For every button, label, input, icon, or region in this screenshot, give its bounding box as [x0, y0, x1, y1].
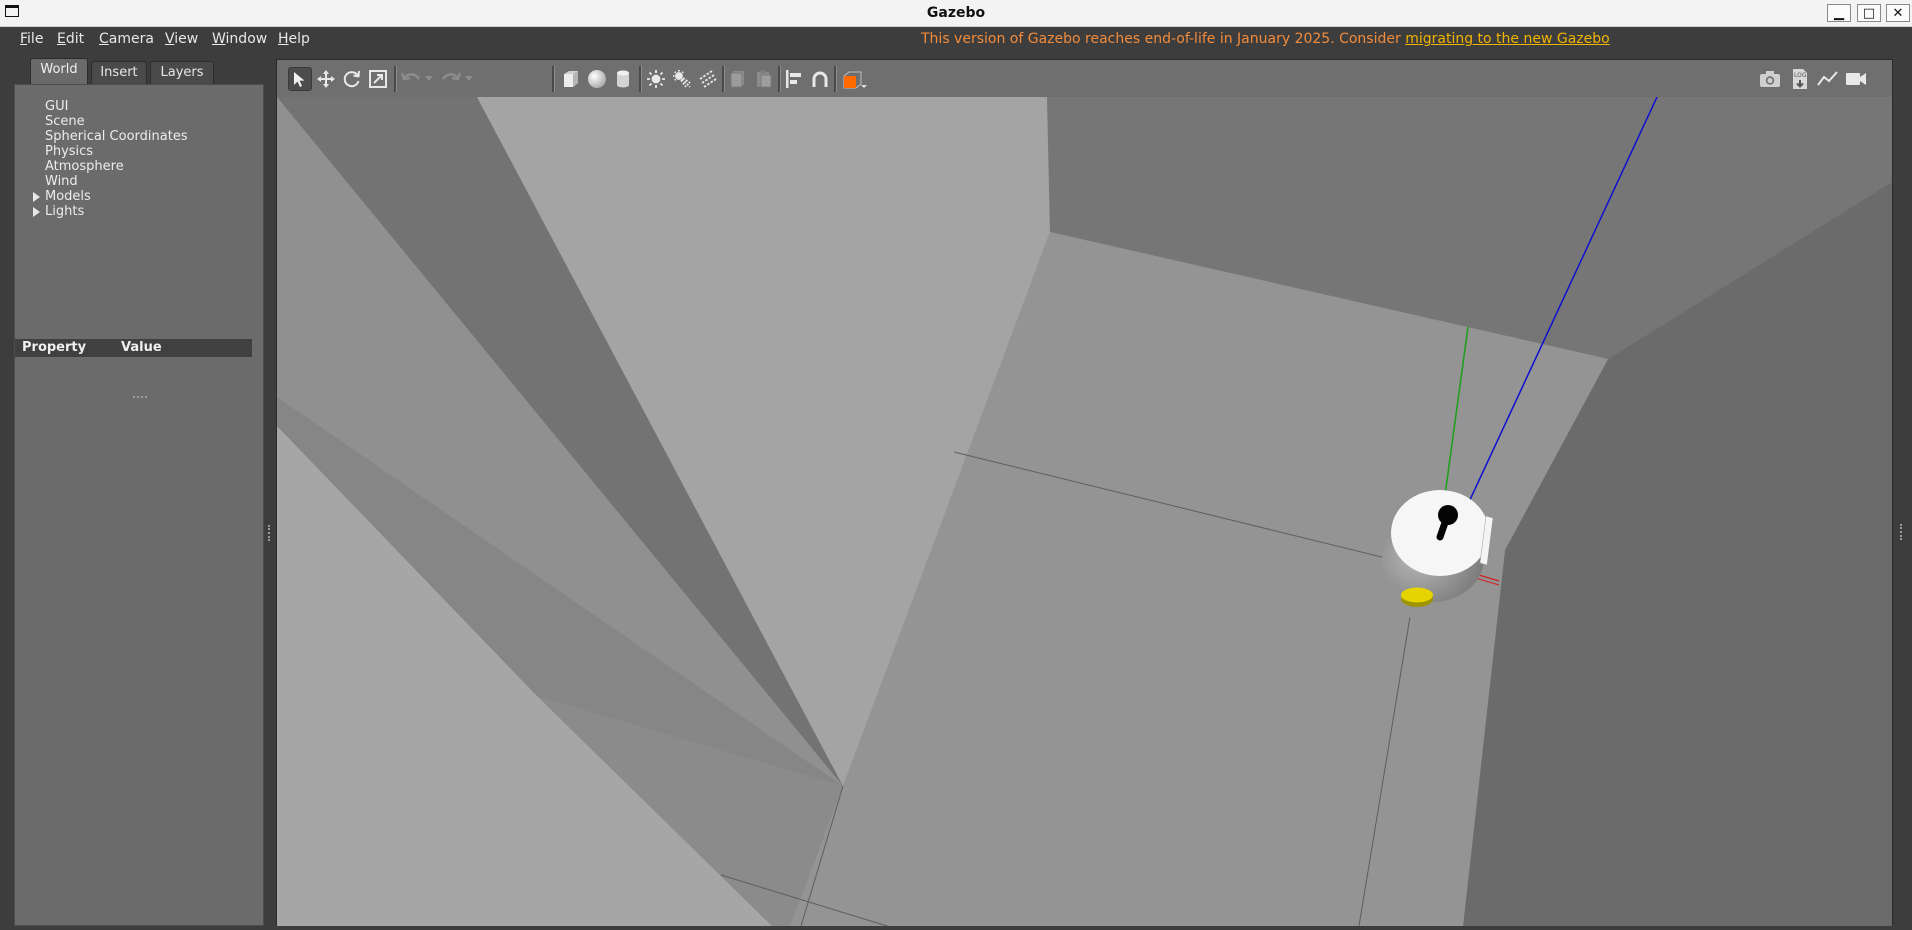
- maximize-button[interactable]: □: [1857, 4, 1881, 22]
- menu-help-label: elp: [288, 31, 310, 47]
- panel-splitter-handle[interactable]: [133, 396, 147, 398]
- eol-notice-text: This version of Gazebo reaches end-of-li…: [921, 31, 1406, 47]
- menu-camera-mnemonic: C: [99, 31, 109, 47]
- window-titlebar: Gazebo ▁ □ ✕: [0, 0, 1912, 27]
- toolbar-separator: [778, 66, 781, 92]
- expand-lights-icon[interactable]: [33, 207, 40, 217]
- scene-render: [277, 96, 1892, 927]
- align-icon[interactable]: [782, 67, 806, 91]
- property-table-header: Property Value: [15, 339, 252, 357]
- menu-help-mnemonic: H: [278, 31, 289, 47]
- toolbar-separator: [639, 66, 642, 92]
- tree-item-atmosphere[interactable]: Atmosphere: [45, 159, 124, 174]
- menu-camera-label: amera: [108, 31, 154, 47]
- world-tree-panel: GUI Scene Spherical Coordinates Physics …: [14, 84, 264, 926]
- tree-item-lights[interactable]: Lights: [45, 204, 84, 219]
- eol-notice: This version of Gazebo reaches end-of-li…: [921, 31, 1610, 47]
- cylinder-shape-icon[interactable]: [611, 67, 635, 91]
- rotate-icon[interactable]: [340, 67, 364, 91]
- tree-item-scene[interactable]: Scene: [45, 114, 85, 129]
- menubar: File Edit Camera View Window Help This v…: [0, 27, 1912, 51]
- log-icon[interactable]: LOG: [1788, 67, 1812, 91]
- undo-icon[interactable]: [399, 67, 423, 91]
- toolbar-separator: [722, 66, 725, 92]
- menu-window[interactable]: Window: [212, 31, 267, 47]
- menu-window-label: indow: [225, 31, 268, 47]
- undo-history-icon[interactable]: [422, 67, 436, 91]
- video-record-icon[interactable]: [1844, 67, 1868, 91]
- expand-models-icon[interactable]: [33, 192, 40, 202]
- menu-view-label: iew: [174, 31, 199, 47]
- tree-item-physics[interactable]: Physics: [45, 144, 93, 159]
- point-light-icon[interactable]: [644, 67, 668, 91]
- tree-item-wind[interactable]: Wind: [45, 174, 78, 189]
- redo-icon[interactable]: [439, 67, 463, 91]
- menu-file[interactable]: File: [20, 31, 43, 47]
- select-arrow-icon[interactable]: [288, 67, 312, 91]
- value-column-header: Value: [121, 340, 162, 355]
- 3d-viewport[interactable]: [277, 96, 1892, 927]
- toolbar-separator: [394, 66, 397, 92]
- tree-item-spherical-coordinates[interactable]: Spherical Coordinates: [45, 129, 188, 144]
- minimize-button[interactable]: ▁: [1827, 4, 1851, 22]
- menu-edit-label: dit: [65, 31, 85, 47]
- menu-edit-mnemonic: E: [57, 31, 66, 47]
- scale-icon[interactable]: [366, 67, 390, 91]
- menu-help[interactable]: Help: [278, 31, 310, 47]
- menu-view[interactable]: View: [165, 31, 198, 47]
- window-title: Gazebo: [926, 5, 986, 21]
- right-splitter: [1893, 59, 1912, 926]
- spot-light-icon[interactable]: [670, 67, 694, 91]
- left-panel: World Insert Layers GUI Scene Spherical …: [7, 58, 265, 926]
- toolbar-separator: [834, 66, 837, 92]
- menu-file-label: ile: [27, 31, 44, 47]
- translate-icon[interactable]: [314, 67, 338, 91]
- redo-history-icon[interactable]: [462, 67, 476, 91]
- tab-layers[interactable]: Layers: [150, 61, 214, 84]
- view-angle-icon[interactable]: [839, 67, 869, 91]
- property-column-header: Property: [22, 340, 87, 355]
- tab-insert[interactable]: Insert: [91, 61, 147, 84]
- box-shape-icon[interactable]: [559, 67, 583, 91]
- right-splitter-handle[interactable]: [1900, 524, 1905, 540]
- close-button[interactable]: ✕: [1886, 4, 1910, 22]
- toolbar-separator: [552, 66, 555, 92]
- screenshot-icon[interactable]: [1758, 67, 1782, 91]
- menu-view-mnemonic: V: [165, 31, 175, 47]
- log-icon-label: LOG: [1794, 72, 1807, 79]
- plot-icon[interactable]: [1816, 67, 1840, 91]
- paste-icon[interactable]: [752, 67, 776, 91]
- sphere-shape-icon[interactable]: [585, 67, 609, 91]
- left-splitter-handle[interactable]: [268, 525, 273, 541]
- menu-file-mnemonic: F: [20, 31, 28, 47]
- menu-window-mnemonic: W: [212, 31, 226, 47]
- menu-camera[interactable]: Camera: [99, 31, 154, 47]
- copy-icon[interactable]: [726, 67, 750, 91]
- menu-edit[interactable]: Edit: [57, 31, 84, 47]
- tree-item-gui[interactable]: GUI: [45, 99, 68, 114]
- eol-migration-link[interactable]: migrating to the new Gazebo: [1405, 31, 1610, 47]
- snap-icon[interactable]: [808, 67, 832, 91]
- directional-light-icon[interactable]: [696, 67, 720, 91]
- viewport-toolbar: LOG: [277, 60, 1892, 97]
- tree-item-models[interactable]: Models: [45, 189, 91, 204]
- tab-world[interactable]: World: [30, 58, 88, 84]
